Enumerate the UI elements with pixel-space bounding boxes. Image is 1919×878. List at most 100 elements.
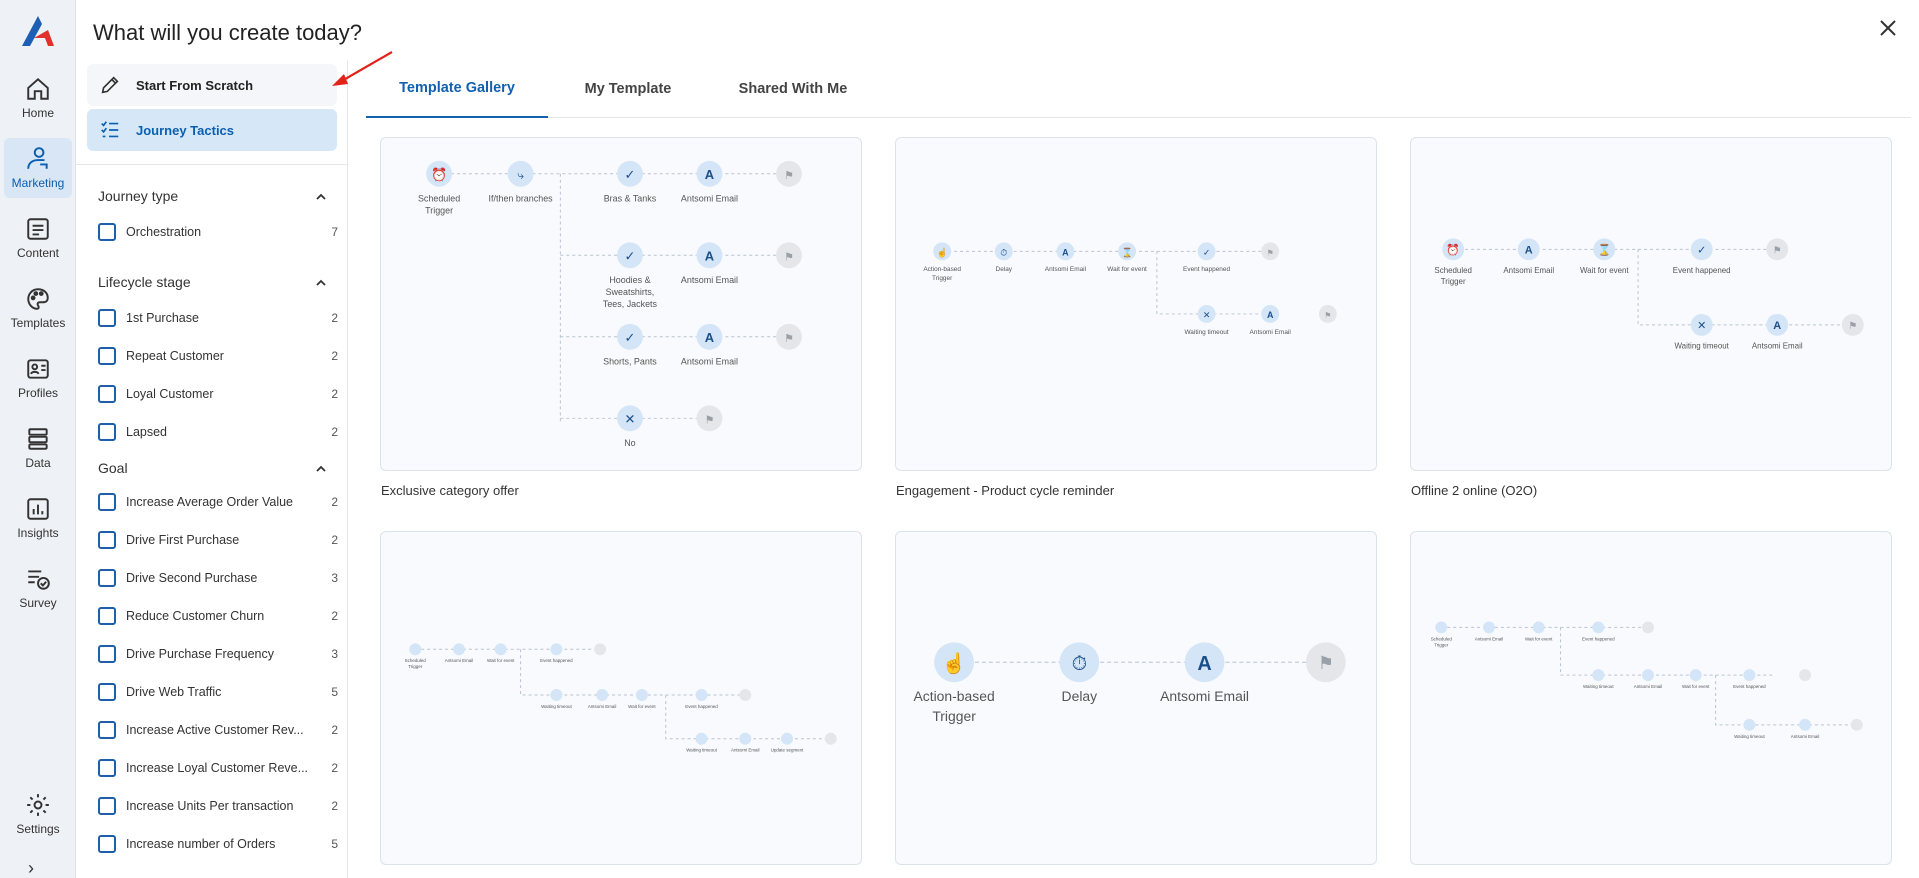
divider [76,164,348,165]
checkbox[interactable] [98,607,116,625]
svg-text:Delay: Delay [1062,688,1098,704]
template-card[interactable]: ⏰ A ⌛ ✓ ⚑ ✕ A ⚑ Scheduled Trigger Antsom… [1410,137,1892,471]
close-icon[interactable] [1876,16,1900,40]
template-card[interactable]: Scheduled Trigger Antsomi Email Wait for… [1410,531,1892,865]
checkbox[interactable] [98,645,116,663]
svg-text:Antsomi Email: Antsomi Email [681,357,738,367]
main-nav: Home Marketing Content Templates Profile… [0,0,76,878]
svg-text:Antsomi Email: Antsomi Email [1791,734,1820,739]
checkbox[interactable] [98,797,116,815]
filter-option-goal[interactable]: Increase Units Per transaction 2 [98,796,338,816]
filter-option-goal[interactable]: Increase number of Orders 5 [98,834,338,854]
checkbox[interactable] [98,423,116,441]
filter-option-goal[interactable]: Increase Active Customer Rev... 2 [98,720,338,740]
svg-text:Event happened: Event happened [540,658,573,663]
tab-shared-with-me[interactable]: Shared With Me [708,60,878,117]
filter-option-repeat-customer[interactable]: Repeat Customer 2 [98,346,338,366]
svg-text:Waiting timeout: Waiting timeout [1734,734,1765,739]
svg-text:⤷: ⤷ [517,168,524,182]
filter-option-loyal-customer[interactable]: Loyal Customer 2 [98,384,338,404]
svg-text:Wait for event: Wait for event [628,704,656,709]
start-from-scratch-button[interactable]: Start From Scratch [87,64,337,106]
journey-tactics-button[interactable]: Journey Tactics [87,109,337,151]
nav-data[interactable]: Data [4,418,72,478]
template-card[interactable]: Scheduled Trigger Antsomi Email Wait for… [380,531,862,865]
nav-settings[interactable]: Settings [4,784,72,844]
nav-label: Marketing [11,176,65,190]
svg-text:✓: ✓ [1697,244,1706,256]
filter-option-goal[interactable]: Drive Purchase Frequency 3 [98,644,338,664]
nav-content[interactable]: Content [4,208,72,268]
svg-text:Tees, Jackets: Tees, Jackets [603,299,658,309]
svg-text:Wait for event: Wait for event [1682,684,1710,689]
filter-option-goal[interactable]: Increase Loyal Customer Reve... 2 [98,758,338,778]
checkbox[interactable] [98,759,116,777]
svg-text:Wait for event: Wait for event [1580,266,1629,275]
svg-text:Wait for event: Wait for event [1525,636,1553,641]
svg-text:Antsomi Email: Antsomi Email [1045,266,1086,273]
nav-label: Home [21,106,54,120]
checkbox[interactable] [98,223,116,241]
template-title[interactable]: Engagement - Product cycle reminder [896,483,1114,498]
svg-text:Antsomi Email: Antsomi Email [1634,684,1663,689]
nav-profiles[interactable]: Profiles [4,348,72,408]
antsomi-logo[interactable] [18,12,58,50]
template-title[interactable]: Exclusive category offer [381,483,519,498]
survey-icon [28,570,50,590]
chevron-up-icon[interactable] [314,190,328,204]
lifecycle-stage-heading: Lifecycle stage [98,274,191,290]
svg-text:⚑: ⚑ [784,333,794,345]
gallery-tabs: Template Gallery My Template Shared With… [366,60,1911,118]
checkbox[interactable] [98,347,116,365]
nav-label: Content [16,246,60,260]
filter-option-goal[interactable]: Drive Web Traffic 5 [98,682,338,702]
template-card[interactable]: ☝ ⏱ A ⌛ ✓ ⚑ ✕ A ⚑ Action-based Trigger D… [895,137,1377,471]
nav-survey[interactable]: Survey [4,558,72,618]
nav-home[interactable]: Home [4,68,72,128]
template-card[interactable]: ☝ ⏱ A ⚑ Action-based Trigger Delay Antso… [895,531,1377,865]
checkbox[interactable] [98,493,116,511]
svg-text:Bras & Tanks: Bras & Tanks [604,194,657,204]
svg-text:Scheduled: Scheduled [405,658,427,663]
checkbox[interactable] [98,309,116,327]
nav-insights[interactable]: Insights [4,488,72,548]
goal-heading: Goal [98,460,128,476]
nav-templates[interactable]: Templates [4,278,72,338]
checkbox[interactable] [98,569,116,587]
expand-nav-chevron-icon[interactable]: › [28,858,34,878]
svg-text:⌛: ⌛ [1121,246,1132,257]
svg-text:⚑: ⚑ [1773,245,1782,256]
checkbox[interactable] [98,683,116,701]
chevron-up-icon[interactable] [314,276,328,290]
svg-text:Trigger: Trigger [932,708,976,724]
filter-option-orchestration[interactable]: Orchestration 7 [98,222,338,242]
filter-option-lapsed[interactable]: Lapsed 2 [98,422,338,442]
tab-template-gallery[interactable]: Template Gallery [366,60,548,118]
svg-text:☝: ☝ [937,246,948,258]
svg-text:⚑: ⚑ [1324,311,1331,320]
filter-option-1st-purchase[interactable]: 1st Purchase 2 [98,308,338,328]
filter-option-goal[interactable]: Drive First Purchase 2 [98,530,338,550]
svg-text:Trigger: Trigger [408,664,423,669]
svg-text:Antsomi Email: Antsomi Email [731,748,760,753]
svg-text:Action-based: Action-based [914,688,995,704]
svg-text:A: A [1773,320,1781,332]
gear-icon [27,794,49,816]
template-card[interactable]: ⏰ ⤷ ✓ A ⚑ ✓ A ⚑ ✓ A ⚑ ✕ ⚑ Scheduled Trig… [380,137,862,471]
svg-text:Event happened: Event happened [1673,266,1731,275]
svg-text:⚑: ⚑ [705,414,715,426]
chevron-up-icon[interactable] [314,462,328,476]
checkbox[interactable] [98,531,116,549]
filter-option-goal[interactable]: Drive Second Purchase 3 [98,568,338,588]
filter-option-goal[interactable]: Reduce Customer Churn 2 [98,606,338,626]
create-modal: What will you create today? Start From S… [76,0,1919,878]
nav-marketing[interactable]: Marketing [4,138,72,198]
template-title[interactable]: Offline 2 online (O2O) [1411,483,1537,498]
filter-option-goal[interactable]: Increase Average Order Value 2 [98,492,338,512]
svg-text:A: A [705,330,714,345]
checkbox[interactable] [98,385,116,403]
svg-text:⏰: ⏰ [431,166,447,182]
tab-my-template[interactable]: My Template [558,60,698,117]
checkbox[interactable] [98,835,116,853]
checkbox[interactable] [98,721,116,739]
